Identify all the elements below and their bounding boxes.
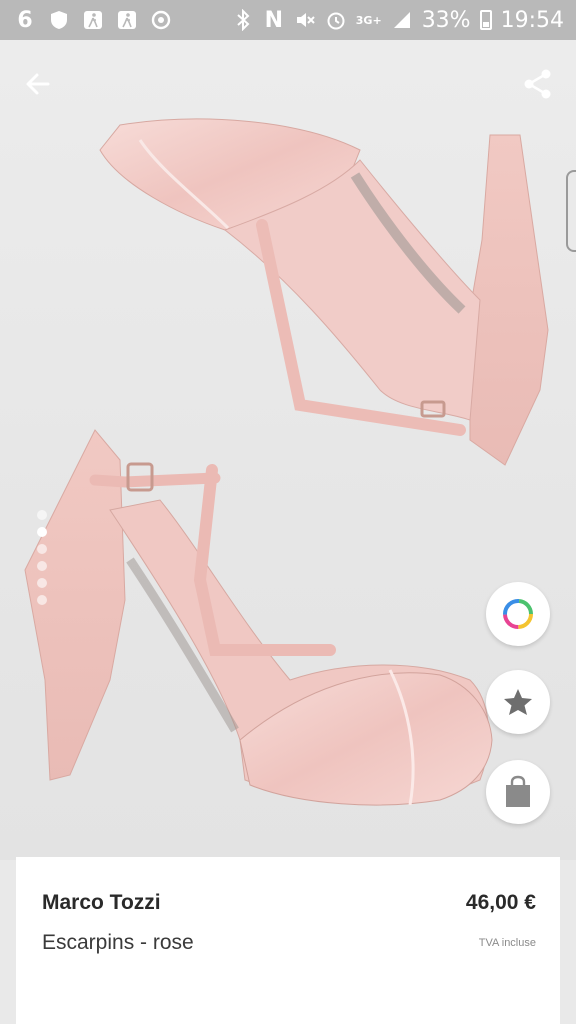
battery-percent: 33% <box>421 7 471 33</box>
walk-icon <box>116 9 138 31</box>
product-name: Escarpins - rose <box>42 931 194 954</box>
product-info-card: Marco Tozzi Escarpins - rose 46,00 € TVA… <box>16 857 560 1024</box>
mute-icon <box>294 9 316 31</box>
clock: 19:54 <box>500 7 564 33</box>
shopping-bag-icon <box>506 775 530 807</box>
shoe-bottom <box>24 429 493 806</box>
shoe-top <box>99 118 549 466</box>
color-select-button[interactable] <box>486 582 550 646</box>
shield-icon <box>48 9 70 31</box>
back-button[interactable] <box>18 64 58 104</box>
pager-dot[interactable] <box>37 595 47 605</box>
walk-icon <box>82 9 104 31</box>
signal-icon <box>391 9 413 31</box>
bluetooth-icon <box>232 9 254 31</box>
tax-note: TVA incluse <box>478 937 536 949</box>
share-icon <box>524 69 551 99</box>
product-brand[interactable]: Marco Tozzi <box>42 891 161 915</box>
sync-icon <box>150 9 172 31</box>
favorite-button[interactable] <box>486 670 550 734</box>
alarm-icon <box>325 9 347 31</box>
battery-icon <box>479 10 492 30</box>
gallery-pager <box>37 510 47 605</box>
pager-dot[interactable] <box>37 510 47 520</box>
pager-dot[interactable] <box>37 544 47 554</box>
pager-dot-active[interactable] <box>37 527 47 537</box>
scroll-indicator <box>566 170 576 252</box>
arrow-left-icon <box>26 73 50 95</box>
product-price: 46,00 € <box>465 891 536 914</box>
status-bar: 6 N 3G+ 33% 19:54 <box>0 0 576 40</box>
vodafone-icon: 6 <box>17 7 33 33</box>
star-icon <box>504 689 532 715</box>
color-wheel-icon <box>503 599 533 629</box>
nfc-icon: N <box>264 7 283 33</box>
product-image <box>24 118 549 806</box>
add-to-bag-button[interactable] <box>486 760 550 824</box>
product-image-gallery[interactable] <box>0 40 576 860</box>
pager-dot[interactable] <box>37 561 47 571</box>
network-type: 3G+ <box>355 13 382 27</box>
pager-dot[interactable] <box>37 578 47 588</box>
share-button[interactable] <box>518 64 558 104</box>
